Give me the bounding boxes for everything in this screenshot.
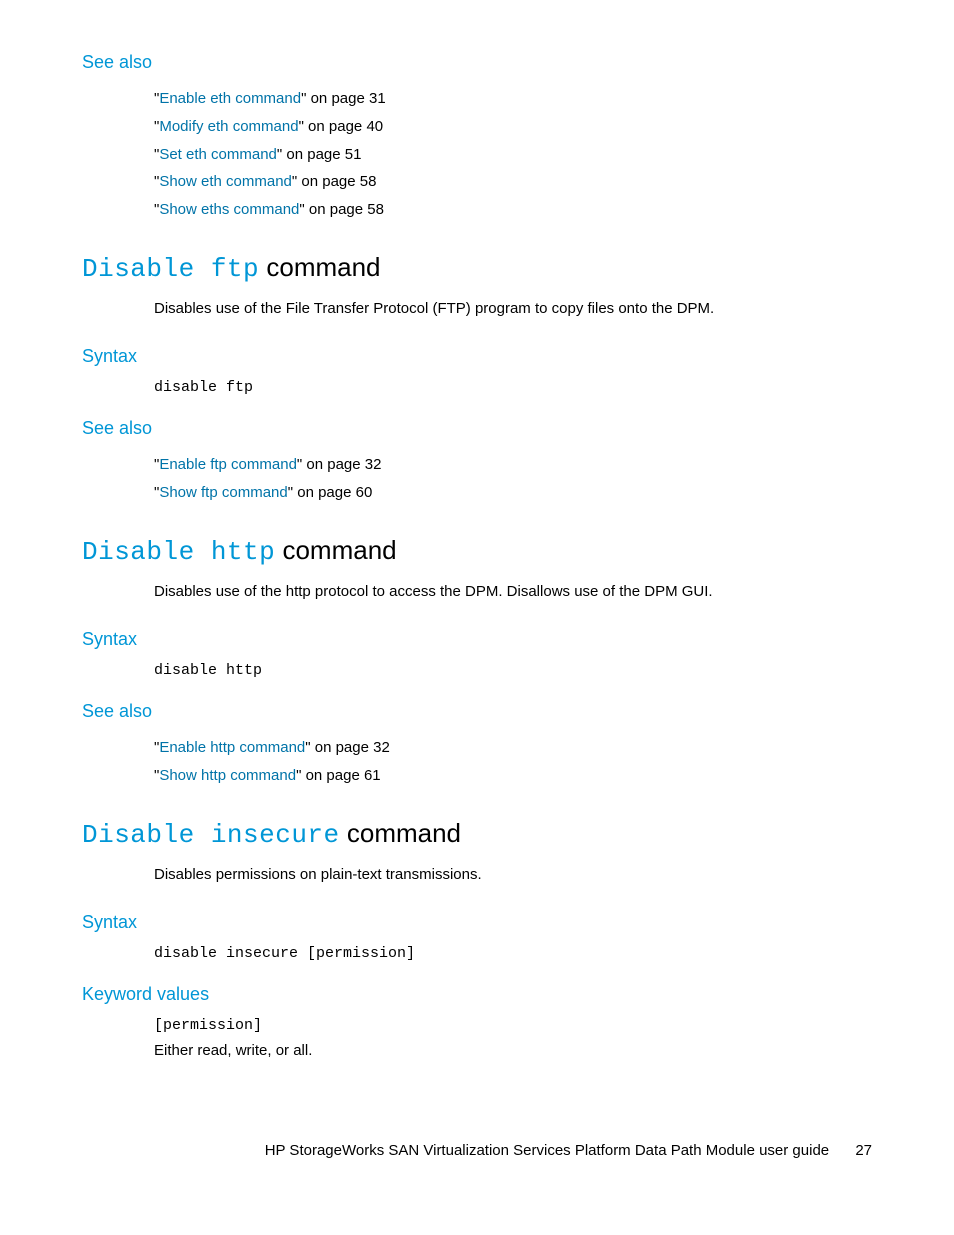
page-content: See also "Enable eth command" on page 31…: [82, 52, 872, 1059]
ref-item: "Show http command" on page 61: [154, 762, 872, 790]
section-desc: Disables use of the File Transfer Protoc…: [154, 298, 872, 321]
syntax-code: disable ftp: [154, 379, 872, 396]
ref-link[interactable]: Enable ftp command: [159, 456, 297, 473]
footer-text: HP StorageWorks SAN Virtualization Servi…: [265, 1142, 829, 1159]
section-title-disable-http: Disable http command: [82, 535, 872, 567]
ref-link[interactable]: Show eths command: [159, 201, 299, 218]
syntax-heading: Syntax: [82, 346, 872, 367]
page-number: 27: [855, 1142, 872, 1159]
ref-item: "Show eth command" on page 58: [154, 168, 872, 196]
see-also-heading: See also: [82, 52, 872, 73]
ref-link[interactable]: Show http command: [159, 767, 296, 784]
ref-item: "Enable eth command" on page 31: [154, 85, 872, 113]
keyword-desc: Either read, write, or all.: [154, 1042, 872, 1059]
ref-item: "Enable http command" on page 32: [154, 734, 872, 762]
syntax-heading: Syntax: [82, 912, 872, 933]
section-title-disable-ftp: Disable ftp command: [82, 252, 872, 284]
ref-item: "Enable ftp command" on page 32: [154, 451, 872, 479]
keyword-values-heading: Keyword values: [82, 984, 872, 1005]
see-also-heading: See also: [82, 701, 872, 722]
page-footer: HP StorageWorks SAN Virtualization Servi…: [265, 1142, 872, 1159]
see-also-list-eth: "Enable eth command" on page 31 "Modify …: [154, 85, 872, 224]
syntax-heading: Syntax: [82, 629, 872, 650]
ref-link[interactable]: Show ftp command: [159, 484, 287, 501]
section-title-disable-insecure: Disable insecure command: [82, 818, 872, 850]
keyword-value-item: [permission] Either read, write, or all.: [154, 1017, 872, 1059]
ref-link[interactable]: Enable http command: [159, 739, 305, 756]
ref-link[interactable]: Enable eth command: [159, 90, 301, 107]
ref-item: "Show eths command" on page 58: [154, 196, 872, 224]
keyword-key: [permission]: [154, 1017, 872, 1034]
syntax-code: disable http: [154, 662, 872, 679]
section-desc: Disables use of the http protocol to acc…: [154, 581, 872, 604]
see-also-list-http: "Enable http command" on page 32 "Show h…: [154, 734, 872, 790]
ref-link[interactable]: Set eth command: [159, 146, 277, 163]
ref-item: "Show ftp command" on page 60: [154, 479, 872, 507]
see-also-list-ftp: "Enable ftp command" on page 32 "Show ft…: [154, 451, 872, 507]
syntax-code: disable insecure [permission]: [154, 945, 872, 962]
ref-item: "Set eth command" on page 51: [154, 141, 872, 169]
see-also-heading: See also: [82, 418, 872, 439]
ref-link[interactable]: Show eth command: [159, 173, 292, 190]
section-desc: Disables permissions on plain-text trans…: [154, 864, 872, 887]
ref-item: "Modify eth command" on page 40: [154, 113, 872, 141]
ref-link[interactable]: Modify eth command: [159, 118, 298, 135]
